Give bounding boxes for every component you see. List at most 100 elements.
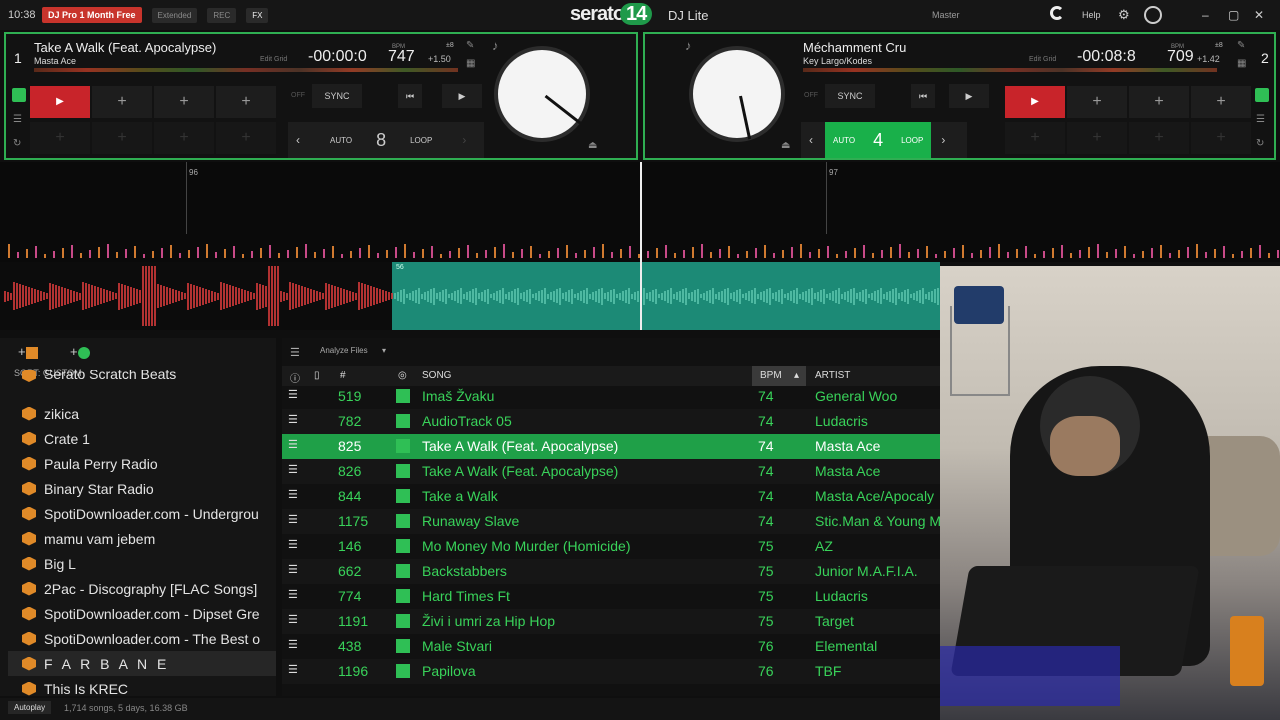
cue-pad-3[interactable]: + (154, 86, 214, 118)
music-note-icon[interactable]: ♪ (492, 38, 499, 53)
cue-pad-8[interactable]: + (216, 122, 276, 154)
settings-gear-icon[interactable]: ⚙ (1118, 7, 1130, 23)
menu-icon[interactable]: ☰ (1256, 114, 1265, 125)
track-menu-icon[interactable]: ☰ (288, 438, 300, 451)
crate-item[interactable]: SpotiDownloader.com - The Best o (8, 626, 276, 651)
column-header-bpm[interactable]: BPM (760, 370, 782, 381)
play-button[interactable]: ▶ (442, 84, 482, 108)
auto-loop-control[interactable]: ‹ AUTO 8 LOOP › (288, 122, 484, 158)
cue-pad-4[interactable]: + (216, 86, 276, 118)
table-row[interactable]: ☰ 826 Take A Walk (Feat. Apocalypse) 74 Mast… (282, 459, 940, 484)
crate-item[interactable]: Serato Scratch Beats (8, 370, 276, 382)
edit-grid-button[interactable]: Edit Grid (1029, 56, 1056, 63)
pencil-icon[interactable]: ✎ (1237, 40, 1245, 51)
track-menu-icon[interactable]: ☰ (288, 613, 300, 626)
night-mode-icon[interactable] (1050, 6, 1064, 20)
cue-pad-1[interactable]: ▶ (1005, 86, 1065, 118)
column-header-artist[interactable]: ARTIST (815, 370, 850, 381)
column-header-song[interactable]: SONG (422, 370, 451, 381)
deck-platter[interactable] (689, 46, 785, 142)
loop-double-icon[interactable]: › (462, 133, 466, 147)
list-view-icon[interactable]: ☰ (290, 346, 300, 359)
table-row[interactable]: ☰ 146 Mo Money Mo Murder (Homicide) 75 AZ (282, 534, 940, 559)
crate-item[interactable]: mamu vam jebem (8, 526, 276, 551)
crate-item[interactable]: Big L (8, 551, 276, 576)
autoplay-button[interactable]: Autoplay (8, 701, 52, 714)
analyze-files-button[interactable]: Analyze Files (320, 346, 368, 355)
previous-track-button[interactable]: ⏮ (398, 84, 422, 108)
cue-pad-3[interactable]: + (1129, 86, 1189, 118)
user-avatar-icon[interactable] (1144, 6, 1162, 24)
cue-pad-7[interactable]: + (1129, 122, 1189, 154)
cue-pad-6[interactable]: + (1067, 122, 1127, 154)
panel-toggle-icon[interactable] (1255, 88, 1269, 102)
pencil-icon[interactable]: ✎ (466, 40, 474, 51)
loop-halve-icon[interactable]: ‹ (809, 133, 813, 147)
auto-loop-control[interactable]: ‹ AUTO 4 LOOP › (801, 122, 967, 158)
add-crate-icon[interactable]: + (18, 344, 38, 359)
analyze-dropdown-icon[interactable]: ▾ (382, 346, 386, 355)
grid-icon[interactable]: ▦ (1237, 58, 1246, 69)
cue-pad-4[interactable]: + (1191, 86, 1251, 118)
crate-item[interactable]: SpotiDownloader.com - Undergrou (8, 501, 276, 526)
crate-item[interactable]: SpotiDownloader.com - Dipset Gre (8, 601, 276, 626)
cue-pad-5[interactable]: + (1005, 122, 1065, 154)
table-row[interactable]: ☰ 1196 Papilova 76 TBF (282, 659, 940, 684)
cue-pad-2[interactable]: + (1067, 86, 1127, 118)
track-menu-icon[interactable]: ☰ (288, 463, 300, 476)
table-row[interactable]: ☰ 774 Hard Times Ft 75 Ludacris (282, 584, 940, 609)
table-row[interactable]: ☰ 1175 Runaway Slave 74 Stic.Man & Young M (282, 509, 940, 534)
column-header-num[interactable]: # (340, 370, 346, 381)
pitch-range[interactable]: ±8 (446, 42, 454, 49)
table-row[interactable]: ☰ 438 Male Stvari 76 Elemental (282, 634, 940, 659)
main-waveform[interactable]: 56 (0, 262, 940, 330)
track-menu-icon[interactable]: ☰ (288, 388, 300, 401)
cue-pad-6[interactable]: + (92, 122, 152, 154)
crate-item[interactable]: Crate 1 (8, 426, 276, 451)
refresh-icon[interactable]: ↻ (13, 138, 21, 149)
refresh-icon[interactable]: ↻ (1256, 138, 1264, 149)
help-menu[interactable]: Help (1082, 10, 1101, 20)
music-note-icon[interactable]: ♪ (685, 38, 692, 53)
eject-icon[interactable]: ⏏ (588, 140, 597, 151)
promo-button[interactable]: DJ Pro 1 Month Free (42, 7, 142, 23)
add-smart-crate-icon[interactable]: + (70, 344, 90, 359)
track-menu-icon[interactable]: ☰ (288, 538, 300, 551)
track-menu-icon[interactable]: ☰ (288, 588, 300, 601)
sync-button[interactable]: SYNC (312, 84, 362, 108)
track-menu-icon[interactable]: ☰ (288, 513, 300, 526)
file-column-icon[interactable]: ▯ (314, 370, 320, 381)
cue-pad-5[interactable]: + (30, 122, 90, 154)
grid-icon[interactable]: ▦ (466, 58, 475, 69)
table-row[interactable]: ☰ 825 Take A Walk (Feat. Apocalypse) 74 Mast… (282, 434, 940, 459)
track-menu-icon[interactable]: ☰ (288, 638, 300, 651)
sync-button[interactable]: SYNC (825, 84, 875, 108)
play-button[interactable]: ▶ (949, 84, 989, 108)
table-row[interactable]: ☰ 844 Take a Walk 74 Masta Ace/Apocaly (282, 484, 940, 509)
track-menu-icon[interactable]: ☰ (288, 663, 300, 676)
panel-toggle-icon[interactable] (12, 88, 26, 102)
crate-item[interactable]: zikica (8, 401, 276, 426)
info-column-icon[interactable]: ⓘ (290, 370, 300, 385)
track-menu-icon[interactable]: ☰ (288, 488, 300, 501)
crate-item[interactable]: F A R B A N E (8, 651, 276, 676)
pitch-range[interactable]: ±8 (1215, 42, 1223, 49)
edit-grid-button[interactable]: Edit Grid (260, 56, 287, 63)
loop-halve-icon[interactable]: ‹ (296, 133, 300, 147)
crate-item[interactable]: Binary Star Radio (8, 476, 276, 501)
previous-track-button[interactable]: ⏮ (911, 84, 935, 108)
track-menu-icon[interactable]: ☰ (288, 563, 300, 576)
minimize-icon[interactable]: – (1202, 8, 1209, 22)
maximize-icon[interactable]: ▢ (1228, 8, 1239, 22)
deck-mini-waveform[interactable] (803, 68, 1217, 72)
track-menu-icon[interactable]: ☰ (288, 413, 300, 426)
table-row[interactable]: ☰ 1191 Živi i umri za Hip Hop 75 Target (282, 609, 940, 634)
menu-icon[interactable]: ☰ (13, 114, 22, 125)
cue-pad-1[interactable]: ▶ (30, 86, 90, 118)
rec-button[interactable]: REC (207, 7, 237, 23)
deck-mini-waveform[interactable] (34, 68, 458, 72)
cue-pad-2[interactable]: + (92, 86, 152, 118)
table-row[interactable]: ☰ 662 Backstabbers 75 Junior M.A.F.I.A. (282, 559, 940, 584)
cue-pad-7[interactable]: + (154, 122, 214, 154)
deck-platter[interactable] (494, 46, 590, 142)
